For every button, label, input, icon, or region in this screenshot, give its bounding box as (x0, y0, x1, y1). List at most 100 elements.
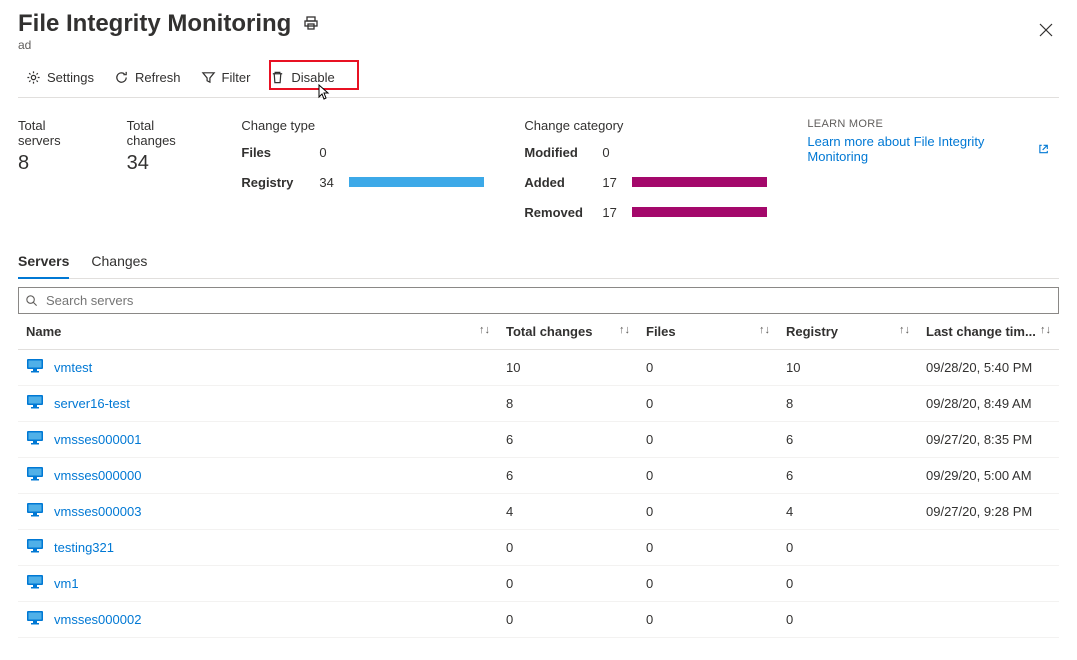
cell-files: 0 (638, 350, 778, 386)
search-input[interactable] (44, 292, 1052, 309)
server-link[interactable]: server16-test (54, 396, 130, 411)
change-type-registry-value: 34 (319, 175, 349, 190)
settings-button[interactable]: Settings (18, 66, 102, 89)
refresh-label: Refresh (135, 70, 181, 85)
table-row[interactable]: testing321000 (18, 530, 1059, 566)
cell-registry: 0 (778, 530, 918, 566)
monitor-icon (26, 610, 44, 629)
cell-files: 0 (638, 494, 778, 530)
col-last-change[interactable]: Last change tim...↑↓ (918, 314, 1059, 350)
sort-icon: ↑↓ (479, 324, 490, 336)
cell-total-changes: 4 (498, 494, 638, 530)
filter-icon (201, 70, 216, 85)
server-link[interactable]: testing321 (54, 540, 114, 555)
cell-registry: 4 (778, 494, 918, 530)
change-category-modified-label: Modified (524, 145, 602, 160)
learn-more-text: Learn more about File Integrity Monitori… (807, 134, 1031, 164)
gear-icon (26, 70, 41, 85)
filter-button[interactable]: Filter (193, 66, 259, 89)
cell-total-changes: 0 (498, 602, 638, 638)
cell-registry: 0 (778, 602, 918, 638)
sort-icon: ↑↓ (1040, 324, 1051, 336)
page-title: File Integrity Monitoring (18, 10, 291, 38)
cell-registry: 6 (778, 422, 918, 458)
tabs: Servers Changes (18, 247, 1059, 279)
monitor-icon (26, 502, 44, 521)
cell-registry: 0 (778, 566, 918, 602)
trash-icon (270, 70, 285, 85)
cell-total-changes: 8 (498, 386, 638, 422)
total-changes-stat: Total changes 34 (127, 118, 202, 223)
change-category-header: Change category (524, 118, 767, 133)
cell-total-changes: 6 (498, 422, 638, 458)
table-row[interactable]: vmsses00000340409/27/20, 9:28 PM (18, 494, 1059, 530)
table-row[interactable]: vm1000 (18, 566, 1059, 602)
total-changes-value: 34 (127, 152, 202, 175)
change-type-chart: Change type Files 0 Registry 34 (241, 118, 484, 223)
change-category-removed-label: Removed (524, 205, 602, 220)
servers-table: Name↑↓ Total changes↑↓ Files↑↓ Registry↑… (18, 314, 1059, 638)
refresh-button[interactable]: Refresh (106, 66, 189, 89)
server-link[interactable]: vmsses000001 (54, 432, 141, 447)
table-row[interactable]: vmsses000002000 (18, 602, 1059, 638)
table-row[interactable]: vmsses00000160609/27/20, 8:35 PM (18, 422, 1059, 458)
cell-total-changes: 0 (498, 530, 638, 566)
tab-changes[interactable]: Changes (91, 247, 147, 279)
disable-button[interactable]: Disable (262, 66, 342, 89)
cell-total-changes: 0 (498, 566, 638, 602)
table-row[interactable]: vmsses00000060609/29/20, 5:00 AM (18, 458, 1059, 494)
filter-label: Filter (222, 70, 251, 85)
server-link[interactable]: vmtest (54, 360, 92, 375)
tab-servers[interactable]: Servers (18, 247, 69, 279)
change-category-modified-value: 0 (602, 145, 632, 160)
cell-registry: 6 (778, 458, 918, 494)
server-link[interactable]: vmsses000000 (54, 468, 141, 483)
monitor-icon (26, 358, 44, 377)
cell-last-change (918, 566, 1059, 602)
monitor-icon (26, 538, 44, 557)
print-icon[interactable] (303, 15, 319, 34)
server-link[interactable]: vm1 (54, 576, 79, 591)
change-type-files-label: Files (241, 145, 319, 160)
learn-more-header: LEARN MORE (807, 118, 1049, 130)
change-category-added-value: 17 (602, 175, 632, 190)
col-name[interactable]: Name↑↓ (18, 314, 498, 350)
cell-last-change: 09/28/20, 5:40 PM (918, 350, 1059, 386)
change-category-removed-value: 17 (602, 205, 632, 220)
cell-last-change: 09/27/20, 9:28 PM (918, 494, 1059, 530)
cell-last-change: 09/27/20, 8:35 PM (918, 422, 1059, 458)
change-type-registry-label: Registry (241, 175, 319, 190)
col-registry[interactable]: Registry↑↓ (778, 314, 918, 350)
cell-total-changes: 6 (498, 458, 638, 494)
learn-more-link[interactable]: Learn more about File Integrity Monitori… (807, 134, 1049, 164)
cell-files: 0 (638, 602, 778, 638)
monitor-icon (26, 574, 44, 593)
cell-last-change (918, 530, 1059, 566)
change-category-removed-bar (632, 207, 767, 217)
total-changes-label: Total changes (127, 118, 202, 148)
change-category-added-label: Added (524, 175, 602, 190)
sort-icon: ↑↓ (619, 324, 630, 336)
cell-files: 0 (638, 422, 778, 458)
sort-icon: ↑↓ (899, 324, 910, 336)
cell-registry: 8 (778, 386, 918, 422)
col-total-changes[interactable]: Total changes↑↓ (498, 314, 638, 350)
cell-registry: 10 (778, 350, 918, 386)
change-type-header: Change type (241, 118, 484, 133)
page-subtitle: ad (18, 38, 319, 52)
external-link-icon (1038, 143, 1049, 155)
refresh-icon (114, 70, 129, 85)
table-row[interactable]: vmtest1001009/28/20, 5:40 PM (18, 350, 1059, 386)
toolbar: Settings Refresh Filter Disable (18, 66, 1059, 98)
server-link[interactable]: vmsses000003 (54, 504, 141, 519)
search-box[interactable] (18, 287, 1059, 314)
cell-last-change: 09/29/20, 5:00 AM (918, 458, 1059, 494)
server-link[interactable]: vmsses000002 (54, 612, 141, 627)
settings-label: Settings (47, 70, 94, 85)
monitor-icon (26, 430, 44, 449)
col-files[interactable]: Files↑↓ (638, 314, 778, 350)
table-row[interactable]: server16-test80809/28/20, 8:49 AM (18, 386, 1059, 422)
close-button[interactable] (1033, 17, 1059, 46)
change-category-added-bar (632, 177, 767, 187)
total-servers-value: 8 (18, 152, 87, 175)
